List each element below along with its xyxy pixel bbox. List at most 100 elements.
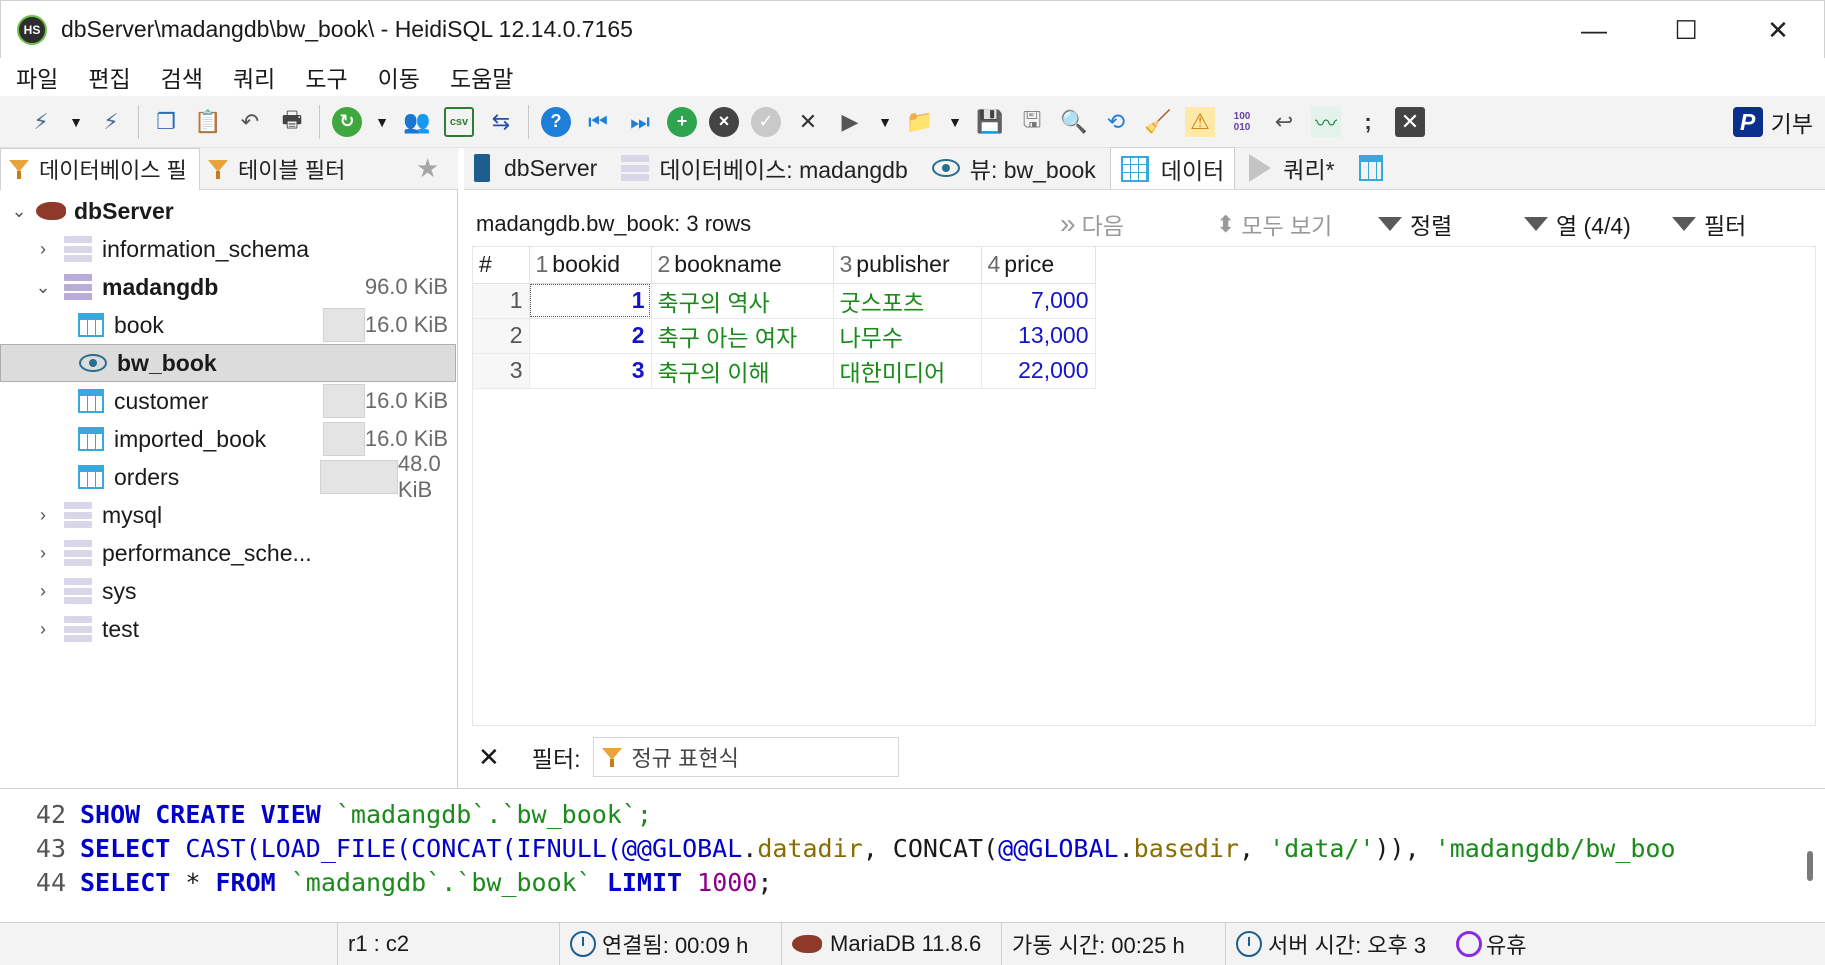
cell-bookname[interactable]: 축구의 이해 [651, 353, 834, 389]
column-header-bookid[interactable]: 1 bookid [529, 247, 652, 284]
tree-node-information-schema[interactable]: › information_schema [0, 230, 456, 268]
print-icon[interactable]: 🖶 [277, 107, 307, 137]
connect-dropdown-icon[interactable]: ▼ [68, 107, 84, 137]
insert-record-icon[interactable]: + [667, 106, 697, 137]
tree-node-book[interactable]: book 16.0 KiB [0, 306, 456, 344]
connect-plug-icon[interactable]: ⚡ [26, 107, 56, 137]
undo-icon[interactable]: ↶ [235, 107, 265, 137]
column-header-publisher[interactable]: 3 publisher [833, 247, 982, 284]
tree-node-bw-book[interactable]: bw_book [0, 344, 456, 382]
table-row[interactable]: 3 3 축구의 이해 대한미디어 22,000 [473, 353, 1096, 389]
minimize-button[interactable]: — [1548, 1, 1640, 59]
cell-price[interactable]: 22,000 [981, 353, 1096, 389]
menu-goto[interactable]: 이동 [378, 60, 420, 94]
semicolon-icon[interactable]: ; [1353, 107, 1383, 137]
next-button[interactable]: » 다음 [1060, 196, 1124, 252]
sql-log-panel[interactable]: 42 SHOW CREATE VIEW `madangdb`.`bw_book`… [0, 788, 1825, 922]
show-all-button[interactable]: ⬍ 모두 보기 [1216, 196, 1332, 252]
menu-file[interactable]: 파일 [16, 60, 58, 94]
sql-formatter-icon[interactable]: 〰 [1311, 106, 1341, 137]
save-as-icon[interactable]: 🖫 [1017, 107, 1047, 137]
tree-node-customer[interactable]: customer 16.0 KiB [0, 382, 456, 420]
replace-icon[interactable]: ⟲ [1101, 107, 1131, 137]
chevron-right-icon[interactable]: › [32, 543, 54, 564]
refresh-icon[interactable]: ↻ [332, 106, 362, 137]
open-folder-icon[interactable]: 📁 [905, 107, 935, 137]
copy-icon[interactable]: ❐ [151, 107, 181, 137]
run-query-icon[interactable]: ▶ [835, 107, 865, 137]
tree-node-imported-book[interactable]: imported_book 16.0 KiB [0, 420, 456, 458]
save-icon[interactable]: 💾 [975, 107, 1005, 137]
cell-bookid[interactable]: 3 [529, 353, 652, 389]
cell-bookname[interactable]: 축구 아는 여자 [651, 318, 834, 354]
tree-node-sys[interactable]: › sys [0, 572, 456, 610]
user-manager-icon[interactable]: 👥 [402, 107, 432, 137]
close-filter-icon[interactable]: ✕ [478, 742, 500, 773]
tab-query[interactable]: 쿼리* [1239, 147, 1344, 189]
database-filter-field[interactable]: 데이터베이스 필 [0, 147, 200, 190]
find-icon[interactable]: 🔍 [1059, 107, 1089, 137]
tree-node-madangdb[interactable]: ⌄ madangdb 96.0 KiB [0, 268, 456, 306]
cell-publisher[interactable]: 나무수 [833, 318, 982, 354]
filter-button[interactable]: 필터 [1672, 196, 1746, 252]
tab-view[interactable]: 뷰: bw_book [922, 147, 1106, 189]
columns-button[interactable]: 열 (4/4) [1524, 196, 1631, 252]
tree-node-test[interactable]: › test [0, 610, 456, 648]
new-query-tab-button[interactable] [1349, 147, 1403, 189]
chevron-right-icon[interactable]: › [32, 581, 54, 602]
tree-node-performance-schema[interactable]: › performance_sche... [0, 534, 456, 572]
import-csv-icon[interactable]: csv [444, 106, 474, 137]
sql-log-scrollbar[interactable] [1807, 851, 1813, 881]
tab-data[interactable]: 데이터 [1109, 147, 1236, 189]
favorites-star-icon[interactable]: ★ [416, 153, 439, 184]
tree-node-mysql[interactable]: › mysql [0, 496, 456, 534]
run-dropdown-icon[interactable]: ▼ [877, 107, 893, 137]
tab-database[interactable]: 데이터베이스: madangdb [611, 147, 917, 189]
filter-regex-input[interactable]: 정규 표현식 [592, 737, 899, 777]
menu-search[interactable]: 검색 [161, 60, 203, 94]
chevron-down-icon[interactable]: ⌄ [32, 277, 54, 298]
cell-bookid[interactable]: 2 [529, 318, 652, 354]
chevron-right-icon[interactable]: › [32, 505, 54, 526]
tree-node-server[interactable]: ⌄ dbServer [8, 192, 456, 230]
column-header-bookname[interactable]: 2 bookname [651, 247, 834, 284]
cell-bookname[interactable]: 축구의 역사 [651, 283, 834, 319]
column-header-price[interactable]: 4 price [981, 247, 1096, 284]
cell-publisher[interactable]: 대한미디어 [833, 353, 982, 389]
cell-publisher[interactable]: 굿스포츠 [833, 283, 982, 319]
table-row[interactable]: 2 2 축구 아는 여자 나무수 13,000 [473, 318, 1096, 354]
cancel-changes-icon[interactable]: ✕ [793, 107, 823, 137]
refresh-dropdown-icon[interactable]: ▼ [374, 107, 390, 137]
data-transfer-icon[interactable]: ⇆ [486, 107, 516, 137]
post-changes-icon[interactable]: ✓ [751, 106, 781, 137]
cell-bookid[interactable]: 1 [529, 283, 652, 319]
cell-price[interactable]: 13,000 [981, 318, 1096, 354]
chevron-right-icon[interactable]: › [32, 239, 54, 260]
cell-price[interactable]: 7,000 [981, 283, 1096, 319]
disconnect-plug-icon[interactable]: ⚡ [96, 107, 126, 137]
menu-edit[interactable]: 편집 [88, 60, 130, 94]
table-filter-field[interactable]: 테이블 필터 [200, 148, 400, 190]
word-wrap-icon[interactable]: ↩ [1269, 107, 1299, 137]
stop-on-error-icon[interactable]: ⚠ [1185, 106, 1215, 137]
maximize-button[interactable]: ☐ [1640, 1, 1732, 59]
tab-host[interactable]: dbServer [464, 147, 607, 189]
delete-record-icon[interactable]: × [709, 106, 739, 137]
paste-icon[interactable]: 📋 [193, 107, 223, 137]
close-window-button[interactable]: ✕ [1732, 1, 1824, 59]
binary-icon[interactable]: 100 010 [1227, 107, 1257, 137]
table-row[interactable]: 1 1 축구의 역사 굿스포츠 7,000 [473, 283, 1096, 319]
chevron-right-icon[interactable]: › [32, 619, 54, 640]
open-dropdown-icon[interactable]: ▼ [947, 107, 963, 137]
menu-help[interactable]: 도움말 [450, 60, 513, 94]
clean-icon[interactable]: 🧹 [1143, 107, 1173, 137]
tree-node-orders[interactable]: orders 48.0 KiB [0, 451, 456, 502]
donate-button[interactable]: P 기부 [1732, 102, 1813, 142]
chevron-down-icon[interactable]: ⌄ [8, 201, 30, 222]
sort-button[interactable]: 정렬 [1378, 196, 1452, 252]
last-record-icon[interactable]: ⏭ [625, 107, 655, 137]
menu-query[interactable]: 쿼리 [233, 60, 275, 94]
menu-tools[interactable]: 도구 [305, 60, 347, 94]
first-record-icon[interactable]: ⏮ [583, 107, 613, 137]
close-tab-icon[interactable]: ✕ [1395, 106, 1425, 137]
